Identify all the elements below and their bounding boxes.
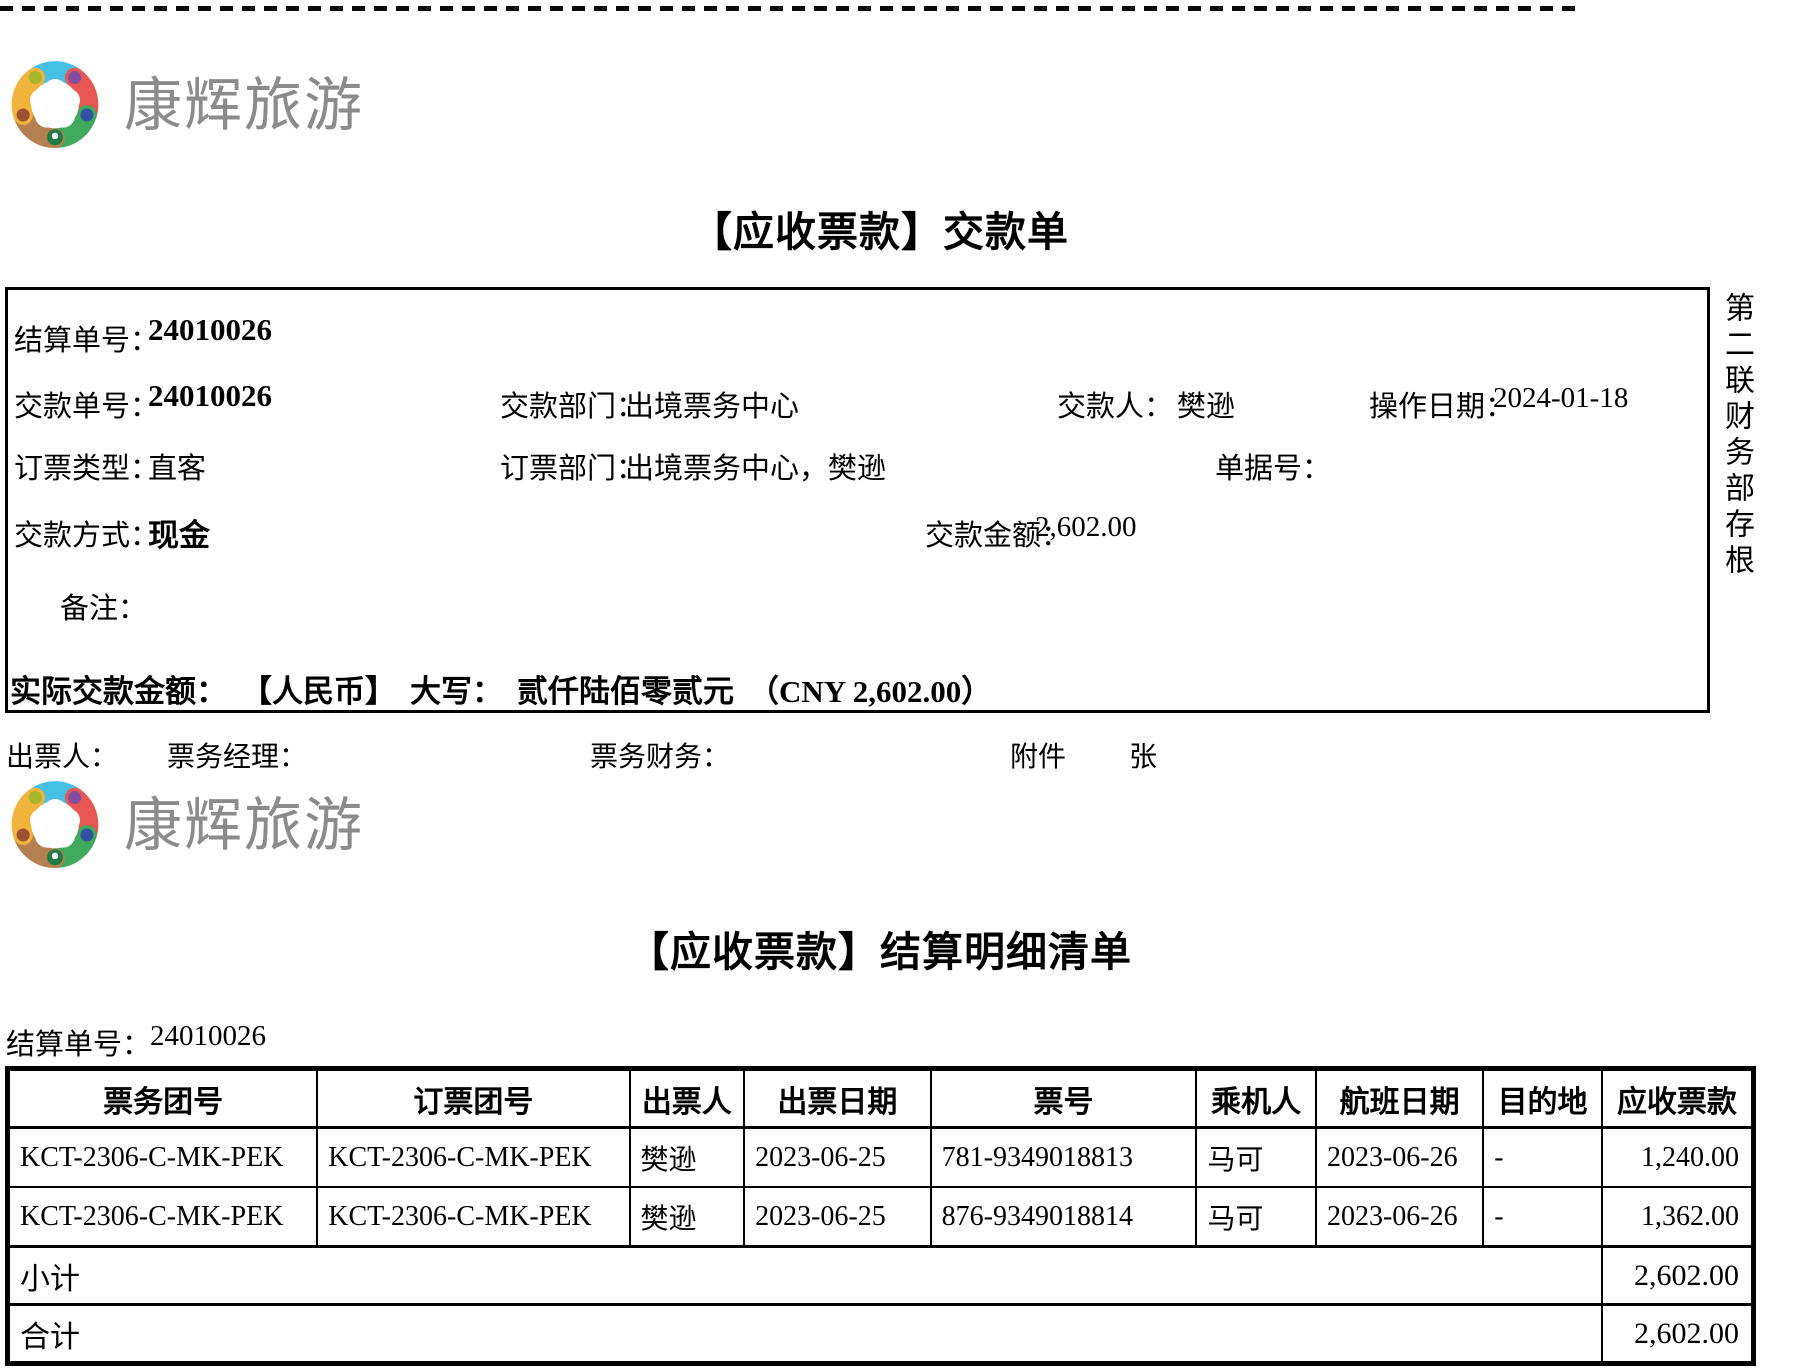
cell-ticket-no: 876-9349018814 — [929, 1186, 1198, 1248]
payer-label: 交款人： — [1057, 391, 1174, 423]
cell-passenger: 马可 — [1195, 1186, 1317, 1248]
table-row: KCT-2306-C-MK-PEK KCT-2306-C-MK-PEK 樊逊 2… — [7, 1186, 1754, 1248]
total-value: 2,602.00 — [1600, 1303, 1754, 1363]
cell-destination: - — [1482, 1186, 1603, 1248]
doc-no-label: 单据号： — [1215, 453, 1332, 485]
settlement-no-value-2: 24010026 — [150, 1020, 266, 1052]
subtotal-row: 小计 2,602.00 — [8, 1245, 1754, 1306]
cell-receivable: 1,240.00 — [1600, 1126, 1754, 1188]
settlement-detail-table: 票务团号 订票团号 出票人 出票日期 票号 乘机人 航班日期 目的地 应收票款 … — [7, 1069, 1754, 1363]
header-ticket-no: 票号 — [929, 1069, 1198, 1129]
booking-dept-label: 订票部门： — [500, 453, 646, 485]
kanghui-logo-text: 康辉旅游 — [124, 793, 365, 858]
kanghui-flower-logo-icon — [11, 61, 99, 149]
section2-title: 【应收票款】结算明细清单 — [628, 929, 1132, 975]
actual-amount-cny-value: （CNY 2,602.00） — [748, 674, 993, 709]
cell-issuer: 樊逊 — [628, 1186, 746, 1248]
header-booking-group-no: 订票团号 — [316, 1069, 631, 1129]
header-issue-date: 出票日期 — [743, 1069, 932, 1129]
actual-amount-currency: 【人民币】 — [241, 674, 396, 709]
pay-method-value: 现金 — [148, 518, 210, 553]
actual-amount-line: 实际交款金额： 【人民币】 大写： 贰仟陆佰零贰元 （CNY 2,602.00） — [10, 666, 992, 711]
cell-ticket-group-no: KCT-2306-C-MK-PEK — [7, 1126, 319, 1188]
op-date-value: 2024-01-18 — [1493, 382, 1629, 414]
booking-dept-value: 出境票务中心，樊逊 — [625, 453, 887, 485]
cell-flight-date: 2023-06-26 — [1314, 1126, 1485, 1188]
cell-issue-date: 2023-06-25 — [743, 1126, 932, 1188]
remark-label: 备注： — [60, 593, 148, 625]
booking-type-label: 订票类型： — [14, 453, 160, 485]
kanghui-logo-2: 康辉旅游 — [8, 765, 364, 875]
ticket-finance-signature-label: 票务财务： — [590, 741, 731, 772]
settlement-no-label: 结算单号： — [14, 325, 160, 357]
payment-document-page: 康辉旅游 【应收票款】交款单 结算单号： 24010026 交款单号： 2401… — [0, 0, 1806, 1372]
stub-copy-label: 第二联财务部存根 — [1720, 292, 1753, 580]
subtotal-value: 2,602.00 — [1600, 1245, 1754, 1306]
payment-no-value: 24010026 — [148, 378, 272, 413]
header-issuer: 出票人 — [628, 1069, 746, 1129]
tear-dashed-line — [0, 6, 1582, 11]
settlement-detail-table-wrap: 票务团号 订票团号 出票人 出票日期 票号 乘机人 航班日期 目的地 应收票款 … — [5, 1066, 1756, 1366]
table-header-row: 票务团号 订票团号 出票人 出票日期 票号 乘机人 航班日期 目的地 应收票款 — [7, 1069, 1754, 1129]
cell-booking-group-no: KCT-2306-C-MK-PEK — [316, 1186, 631, 1248]
attachment-label: 附件 — [1010, 741, 1067, 772]
section1-title: 【应收票款】交款单 — [691, 209, 1069, 255]
cell-issuer: 樊逊 — [628, 1126, 746, 1188]
header-ticket-group-no: 票务团号 — [7, 1069, 319, 1129]
settlement-no-label-2: 结算单号： — [6, 1029, 152, 1061]
kanghui-logo-text: 康辉旅游 — [124, 73, 365, 138]
cell-ticket-no: 781-9349018813 — [929, 1126, 1198, 1188]
actual-amount-daxie-value: 贰仟陆佰零贰元 — [517, 674, 734, 709]
actual-amount-daxie-label: 大写： — [410, 674, 503, 709]
payment-form-box: 结算单号： 24010026 交款单号： 24010026 交款部门： 出境票务… — [5, 287, 1710, 713]
cell-receivable: 1,362.00 — [1600, 1186, 1754, 1248]
header-destination: 目的地 — [1482, 1069, 1603, 1129]
kanghui-logo: 康辉旅游 — [8, 45, 364, 155]
payment-no-label: 交款单号： — [14, 391, 160, 423]
pay-method-label: 交款方式： — [14, 520, 160, 552]
settlement-no-value: 24010026 — [148, 312, 272, 347]
cell-ticket-group-no: KCT-2306-C-MK-PEK — [7, 1186, 319, 1248]
header-receivable: 应收票款 — [1600, 1069, 1754, 1129]
cell-issue-date: 2023-06-25 — [743, 1186, 932, 1248]
payment-dept-value: 出境票务中心 — [625, 391, 800, 423]
pay-amount-value: 2,602.00 — [1035, 511, 1137, 543]
kanghui-flower-logo-icon — [11, 781, 99, 869]
payment-dept-label: 交款部门： — [500, 391, 646, 423]
total-row: 合计 2,602.00 — [8, 1303, 1754, 1363]
total-label: 合计 — [8, 1303, 1603, 1363]
cell-flight-date: 2023-06-26 — [1314, 1186, 1485, 1248]
cell-booking-group-no: KCT-2306-C-MK-PEK — [316, 1126, 631, 1188]
actual-amount-label: 实际交款金额： — [10, 674, 227, 709]
payer-value: 樊逊 — [1177, 391, 1236, 423]
header-passenger: 乘机人 — [1195, 1069, 1317, 1129]
booking-type-value: 直客 — [148, 453, 207, 485]
attachment-sheets-label: 张 — [1129, 741, 1158, 772]
cell-passenger: 马可 — [1195, 1126, 1317, 1188]
subtotal-label: 小计 — [8, 1245, 1603, 1306]
table-row: KCT-2306-C-MK-PEK KCT-2306-C-MK-PEK 樊逊 2… — [7, 1126, 1754, 1188]
header-flight-date: 航班日期 — [1314, 1069, 1485, 1129]
cell-destination: - — [1482, 1126, 1603, 1188]
